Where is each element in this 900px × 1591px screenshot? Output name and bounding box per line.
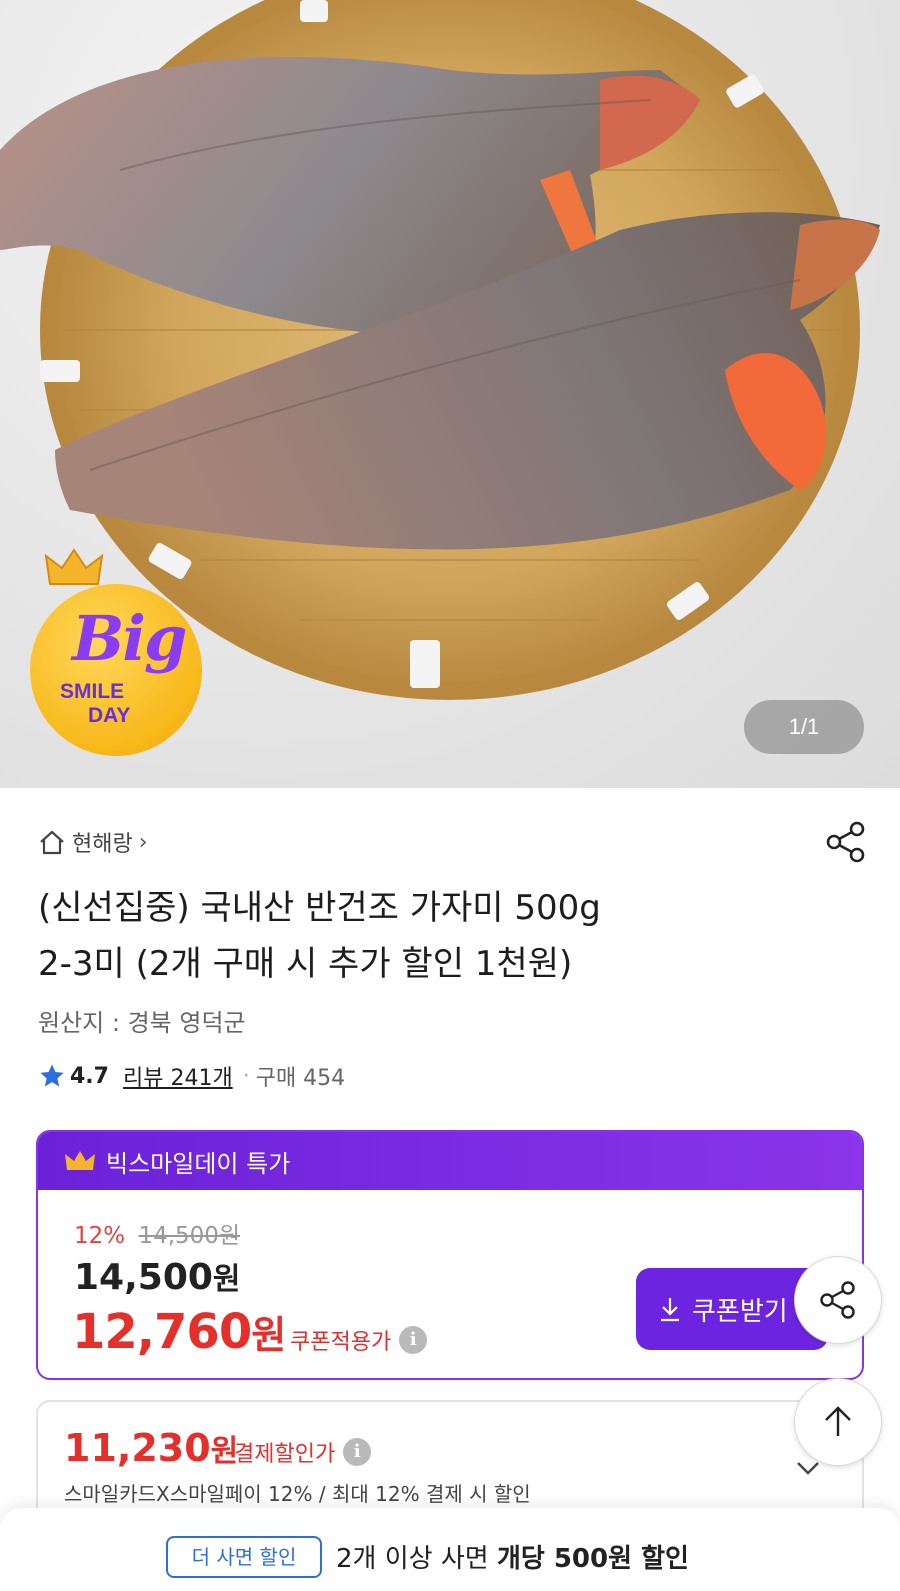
discount-line: 12% 14,500원 [74, 1216, 240, 1250]
review-link[interactable]: 리뷰 241개 [123, 1060, 233, 1092]
payment-label-text: 결제할인가 [234, 1442, 336, 1467]
arrow-up-icon [825, 1406, 851, 1436]
badge-day-text: DAY [88, 704, 131, 727]
badge-big-text: Big [72, 602, 187, 675]
bulk-discount-prefix: 2개 이상 사면 [336, 1544, 497, 1574]
info-icon[interactable]: i [343, 1438, 372, 1466]
deal-box: 빅스마일데이 특가 12% 14,500원 14,500원 12,760원 쿠폰… [36, 1130, 864, 1380]
purchase-count: 구매 454 [255, 1066, 346, 1091]
seller-link[interactable]: 현해랑 › [38, 826, 148, 858]
bottom-promo-bar[interactable]: 더 사면 할인 2개 이상 사면 개당 500원 할인 [0, 1508, 900, 1591]
product-image[interactable]: Big SMILE DAY 1/1 [0, 0, 900, 788]
payment-price-label: 결제할인가 i [234, 1436, 372, 1468]
coupon-button-label: 쿠폰받기 [692, 1296, 788, 1327]
payment-price-number: 11,230 [64, 1426, 211, 1470]
badge-smile-text: SMILE [60, 680, 125, 703]
separator: · [242, 1063, 250, 1089]
bulk-discount-amount: 개당 500원 할인 [496, 1544, 689, 1574]
coupon-price-number: 12,760 [72, 1304, 252, 1360]
bulk-discount-text: 2개 이상 사면 개당 500원 할인 [336, 1538, 689, 1575]
product-origin: 원산지 : 경북 영덕군 [38, 1009, 246, 1037]
star-icon [40, 1064, 64, 1087]
coupon-label-text: 쿠폰적용가 [290, 1330, 392, 1355]
sale-price-number: 14,500 [74, 1257, 213, 1298]
coupon-price-unit: 원 [251, 1313, 286, 1357]
card-discount-info: 스마일카드X스마일페이 12% / 최대 12% 결제 시 할인 [64, 1482, 531, 1506]
share-icon [820, 1281, 855, 1319]
rating-score: 4.7 [70, 1063, 109, 1089]
sale-price-unit: 원 [212, 1262, 241, 1297]
floating-share-button[interactable] [794, 1256, 882, 1344]
discount-percent: 12% [74, 1223, 126, 1249]
image-pager: 1/1 [744, 700, 864, 754]
crown-icon [65, 1151, 95, 1170]
original-price: 14,500원 [138, 1223, 241, 1249]
product-title-line2: 2-3미 (2개 구매 시 추가 할인 1천원) [38, 944, 573, 984]
crown-icon [44, 548, 104, 585]
chevron-right-icon: › [138, 829, 148, 855]
deal-header-label: 빅스마일데이 특가 [106, 1149, 291, 1178]
coupon-price-label: 쿠폰적용가 i [290, 1324, 428, 1356]
product-title-line1: (신선집중) 국내산 반건조 가자미 500g [38, 888, 601, 928]
bulk-discount-tag: 더 사면 할인 [166, 1536, 322, 1578]
share-icon[interactable] [824, 820, 868, 864]
info-icon[interactable]: i [399, 1326, 428, 1354]
sale-price: 14,500원 [74, 1254, 241, 1298]
rating-row: 4.7 리뷰 241개 · 구매 454 [38, 1060, 345, 1092]
home-icon [40, 830, 64, 855]
deal-header: 빅스마일데이 특가 [38, 1132, 862, 1190]
product-title: (신선집중) 국내산 반건조 가자미 500g 2-3미 (2개 구매 시 추가… [38, 880, 828, 992]
payment-price: 11,230원 [64, 1426, 238, 1470]
big-smile-day-badge: Big SMILE DAY [30, 548, 208, 758]
download-icon [661, 1298, 679, 1322]
coupon-price: 12,760원 [72, 1304, 286, 1360]
seller-name: 현해랑 [72, 832, 133, 857]
scroll-top-button[interactable] [794, 1378, 882, 1466]
